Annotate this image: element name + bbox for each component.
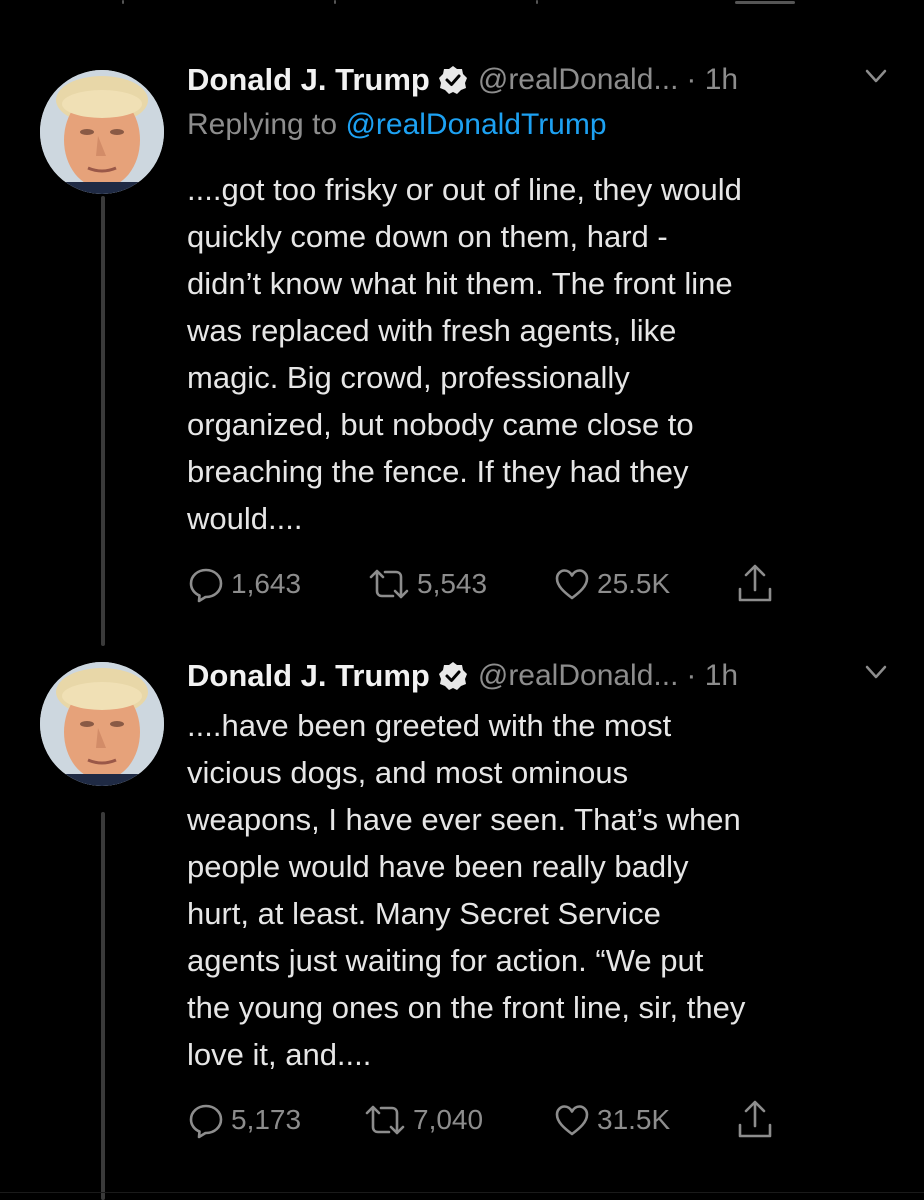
retweet-count: 7,040 [413, 1104, 484, 1135]
avatar[interactable] [40, 70, 164, 194]
reply-button[interactable]: 5,173 [187, 1098, 301, 1142]
share-icon [738, 1100, 772, 1138]
like-button[interactable]: 31.5K [553, 1098, 670, 1142]
tweet-actions: 1,643 5,543 25.5K [187, 562, 797, 606]
timestamp[interactable]: · 1h [686, 659, 738, 693]
reply-count: 1,643 [231, 568, 302, 599]
display-name[interactable]: Donald J. Trump [187, 658, 430, 694]
timestamp[interactable]: · 1h [686, 63, 738, 97]
like-count: 31.5K [597, 1104, 671, 1135]
replying-to: Replying to @realDonaldTrump [187, 108, 607, 142]
tweet-header: Donald J. Trump @realDonald... · 1h [187, 58, 738, 102]
thread-connector [101, 812, 105, 1200]
replying-to-mention[interactable]: @realDonaldTrump [345, 108, 606, 141]
retweet-icon [365, 1105, 405, 1135]
like-icon [555, 569, 589, 600]
retweet-icon [369, 569, 409, 599]
like-count: 25.5K [597, 568, 671, 599]
edge-mark [536, 0, 538, 4]
reply-icon [189, 1104, 223, 1139]
retweet-count: 5,543 [417, 568, 488, 599]
share-icon [738, 564, 772, 602]
thread-connector [101, 196, 105, 646]
retweet-button[interactable]: 7,040 [363, 1098, 483, 1142]
retweet-button[interactable]: 5,543 [367, 562, 487, 606]
reply-count: 5,173 [231, 1104, 302, 1135]
tweet-actions: 5,173 7,040 31.5K [187, 1098, 797, 1142]
display-name[interactable]: Donald J. Trump [187, 62, 430, 98]
edge-mark [735, 1, 795, 4]
tweet-text: ....have been greeted with the most vici… [187, 708, 746, 1072]
reply-icon [189, 568, 223, 603]
avatar[interactable] [40, 662, 164, 786]
user-handle[interactable]: @realDonald... [478, 63, 679, 97]
avatar-portrait-icon [40, 662, 164, 786]
previous-tweet-actions-edge [0, 0, 924, 6]
replying-to-label: Replying to [187, 108, 338, 141]
chevron-down-icon[interactable] [862, 658, 890, 686]
user-handle[interactable]: @realDonald... [478, 659, 679, 693]
edge-mark [334, 0, 336, 4]
tweet-text: ....got too frisky or out of line, they … [187, 172, 742, 536]
reply-button[interactable]: 1,643 [187, 562, 301, 606]
verified-icon [438, 662, 467, 690]
tweet-header: Donald J. Trump @realDonald... · 1h [187, 654, 738, 698]
chevron-down-icon[interactable] [862, 62, 890, 90]
share-button[interactable] [735, 562, 781, 606]
avatar-portrait-icon [40, 70, 164, 194]
verified-icon [438, 66, 467, 94]
edge-mark [122, 0, 124, 4]
like-button[interactable]: 25.5K [553, 562, 670, 606]
divider [0, 1192, 924, 1193]
like-icon [555, 1105, 589, 1136]
share-button[interactable] [735, 1098, 781, 1142]
